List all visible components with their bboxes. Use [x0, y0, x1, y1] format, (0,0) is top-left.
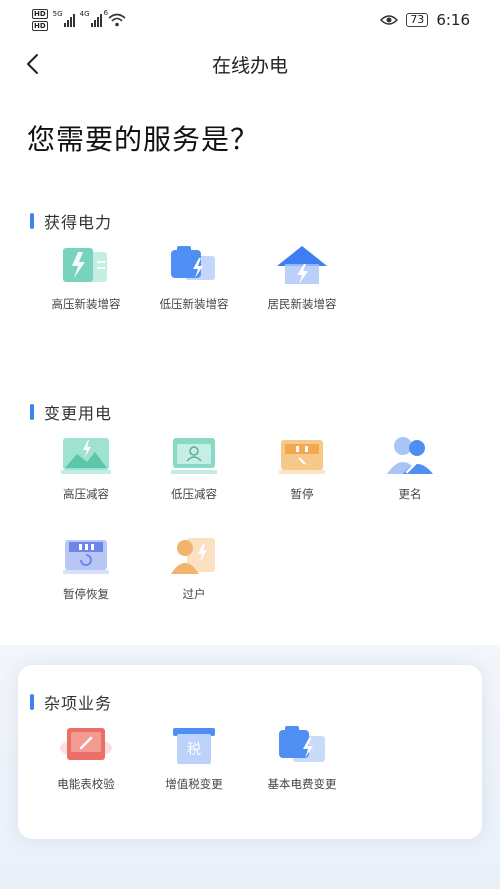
pause-resume-icon: [63, 540, 109, 574]
section-accent-bar: [30, 213, 34, 229]
service-label: 高压新装增容: [51, 297, 121, 311]
back-arrow-icon[interactable]: [22, 52, 46, 76]
network-type-label: 4G: [79, 10, 90, 18]
section-header-get-power: 获得电力: [30, 209, 112, 233]
pause-icon: [279, 440, 325, 474]
signal-icon: 5G: [52, 10, 75, 27]
service-label: 过户: [182, 587, 206, 601]
section-header-change-power: 变更用电: [30, 400, 112, 424]
page-title: 您需要的服务是？: [27, 123, 260, 156]
basic-fee-change-icon: [279, 726, 325, 762]
eye-icon: [380, 15, 399, 25]
service-label: 电能表校验: [57, 777, 115, 791]
service-label: 更名: [398, 487, 422, 501]
service-high-voltage-reduce[interactable]: 高压减容: [32, 434, 140, 502]
section-header-misc: 杂项业务: [30, 690, 112, 714]
resident-install-icon: [277, 246, 327, 284]
service-vat-change[interactable]: 税 增值税变更: [140, 724, 248, 792]
service-label: 增值税变更: [165, 777, 223, 791]
section-title: 获得电力: [44, 213, 113, 232]
wifi-icon: 6: [104, 9, 126, 27]
low-voltage-reduce-icon: [171, 438, 217, 474]
rename-icon: [387, 437, 433, 474]
section-accent-bar: [30, 404, 34, 420]
service-label: 暂停恢复: [63, 587, 109, 601]
battery-icon: 73: [406, 13, 429, 27]
service-label: 居民新装增容: [267, 297, 337, 311]
service-label: 基本电费变更: [267, 777, 337, 791]
service-low-voltage-reduce[interactable]: 低压减容: [140, 434, 248, 502]
status-left: HD HD 5G 4G 6: [32, 9, 126, 31]
hd-indicators: HD HD: [32, 9, 48, 31]
vat-glyph: 税: [187, 742, 201, 758]
service-basic-fee-change[interactable]: 基本电费变更: [248, 724, 356, 792]
hd-icon: HD: [32, 21, 48, 31]
service-label: 暂停: [290, 487, 314, 501]
service-resident-install[interactable]: 居民新装增容: [248, 244, 356, 312]
wifi-badge: 6: [103, 9, 109, 17]
service-pause-resume[interactable]: 暂停恢复: [32, 534, 140, 602]
nav-title: 在线办电: [211, 54, 288, 77]
section-title: 杂项业务: [44, 694, 113, 713]
status-bar: HD HD 5G 4G 6 73 6:16: [0, 0, 500, 40]
low-voltage-install-icon: [171, 246, 215, 280]
high-voltage-install-icon: [63, 248, 107, 282]
clock: 6:16: [436, 11, 470, 29]
service-high-voltage-install[interactable]: 高压新装增容: [32, 244, 140, 312]
section-title: 变更用电: [44, 404, 113, 423]
service-label: 低压减容: [171, 487, 217, 501]
service-low-voltage-install[interactable]: 低压新装增容: [140, 244, 248, 312]
high-voltage-reduce-icon: [61, 438, 111, 474]
transfer-icon: [171, 538, 215, 574]
network-type-label: 5G: [52, 10, 63, 18]
service-pause[interactable]: 暂停: [248, 434, 356, 502]
hd-icon: HD: [32, 9, 48, 19]
service-meter-check[interactable]: 电能表校验: [32, 724, 140, 792]
service-rename[interactable]: 更名: [356, 434, 464, 502]
nav-bar: 在线办电: [0, 44, 500, 84]
status-right: 73 6:16: [380, 11, 470, 29]
service-label: 高压减容: [63, 487, 109, 501]
meter-check-icon: [60, 728, 112, 760]
service-transfer[interactable]: 过户: [140, 534, 248, 602]
service-label: 低压新装增容: [159, 297, 229, 311]
signal-icon: 4G: [79, 10, 102, 27]
vat-change-icon: 税: [173, 728, 215, 764]
section-accent-bar: [30, 694, 34, 710]
